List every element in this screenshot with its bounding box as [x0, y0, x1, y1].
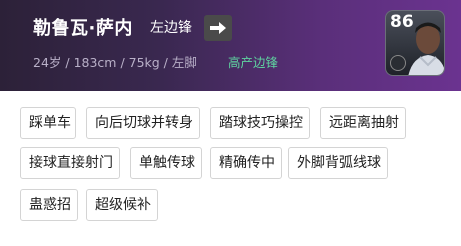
player-info: 24岁 / 183cm / 75kg / 左脚: [33, 55, 197, 70]
position-label: 左边锋: [150, 20, 192, 36]
club-badge-icon: [390, 55, 406, 71]
player-rating: 86: [390, 12, 414, 32]
player-card[interactable]: 86: [385, 10, 445, 76]
player-header: 勒鲁瓦·萨内 左边锋 24岁 / 183cm / 75kg / 左脚 高产边锋 …: [0, 0, 461, 91]
skill-tag[interactable]: 精确传中: [210, 147, 282, 179]
skill-tag[interactable]: 接球直接射门: [20, 147, 120, 179]
skill-tag[interactable]: 单触传球: [130, 147, 202, 179]
skill-tag[interactable]: 外脚背弧线球: [288, 147, 388, 179]
skill-tag[interactable]: 超级候补: [86, 189, 158, 221]
skill-tag[interactable]: 蛊惑招: [20, 189, 78, 221]
skill-tag[interactable]: 踏球技巧操控: [210, 107, 310, 139]
arrow-right-icon: [210, 22, 226, 34]
player-playstyle: 高产边锋: [228, 55, 279, 70]
skill-tag[interactable]: 踩单车: [20, 107, 76, 139]
position-switch-button[interactable]: [204, 15, 232, 41]
skill-tag[interactable]: 远距离抽射: [320, 107, 406, 139]
player-name: 勒鲁瓦·萨内: [33, 18, 133, 39]
skill-tag[interactable]: 向后切球并转身: [86, 107, 200, 139]
